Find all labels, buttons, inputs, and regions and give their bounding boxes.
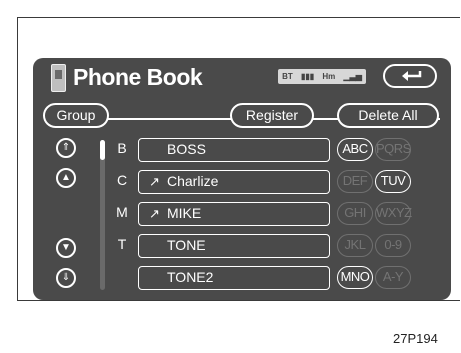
signal-text: Hm: [322, 72, 336, 81]
contact-entry[interactable]: BOSS: [138, 138, 330, 162]
contact-name: MIKE: [167, 205, 202, 221]
scrollbar-track[interactable]: [100, 140, 105, 290]
figure-code: 27P194: [393, 331, 438, 346]
key-a-y[interactable]: A-Y: [375, 266, 411, 289]
key-def[interactable]: DEF: [337, 170, 373, 193]
key-0-9[interactable]: 0-9: [375, 234, 411, 257]
key-pqrs[interactable]: PQRS: [375, 138, 411, 161]
index-letter: M: [116, 204, 128, 220]
scrollbar-thumb[interactable]: [100, 140, 105, 160]
page-up-button[interactable]: ⇑: [56, 138, 76, 158]
index-letter: C: [116, 172, 128, 188]
register-button[interactable]: Register: [230, 103, 314, 128]
page-down-button[interactable]: ⇓: [56, 268, 76, 288]
battery-icon: ▮▮▮: [300, 72, 315, 81]
title-bar: Phone Book BT ▮▮▮ Hm ▁▃▅: [33, 58, 451, 96]
contact-entry[interactable]: ↗ MIKE: [138, 202, 330, 226]
index-letter: B: [117, 140, 127, 156]
key-tuv[interactable]: TUV: [375, 170, 411, 193]
key-abc[interactable]: ABC: [337, 138, 373, 161]
scroll-down-button[interactable]: ▼: [56, 238, 76, 258]
contact-entry[interactable]: TONE2: [138, 266, 330, 290]
back-button[interactable]: [383, 64, 437, 88]
phone-icon: [51, 64, 66, 92]
key-wxyz[interactable]: WXYZ: [375, 202, 412, 225]
transfer-arrow-icon: ↗: [149, 206, 160, 221]
key-mno[interactable]: MNO: [337, 266, 373, 289]
key-ghi[interactable]: GHI: [337, 202, 373, 225]
bluetooth-status: BT: [282, 72, 293, 81]
contact-entry[interactable]: TONE: [138, 234, 330, 258]
page-up-icon: ⇑: [61, 142, 71, 153]
up-icon: ▲: [61, 172, 71, 183]
key-jkl[interactable]: JKL: [337, 234, 373, 257]
page-title: Phone Book: [73, 64, 203, 90]
contact-name: TONE2: [167, 269, 214, 285]
contact-name: Charlize: [167, 173, 219, 189]
index-letter: T: [117, 236, 127, 252]
group-button[interactable]: Group: [43, 103, 109, 128]
status-indicator: BT ▮▮▮ Hm ▁▃▅: [278, 69, 366, 84]
contact-name: BOSS: [167, 141, 206, 157]
return-arrow-icon: [402, 71, 422, 81]
scroll-up-button[interactable]: ▲: [56, 168, 76, 188]
phone-book-screen: Phone Book BT ▮▮▮ Hm ▁▃▅ Group Register …: [33, 58, 451, 300]
transfer-arrow-icon: ↗: [149, 174, 160, 189]
contact-name: TONE: [167, 237, 206, 253]
delete-all-button[interactable]: Delete All: [337, 103, 439, 128]
contact-entry[interactable]: ↗ Charlize: [138, 170, 330, 194]
signal-bars-icon: ▁▃▅: [343, 72, 362, 81]
page-down-icon: ⇓: [61, 272, 71, 283]
down-icon: ▼: [61, 242, 71, 253]
